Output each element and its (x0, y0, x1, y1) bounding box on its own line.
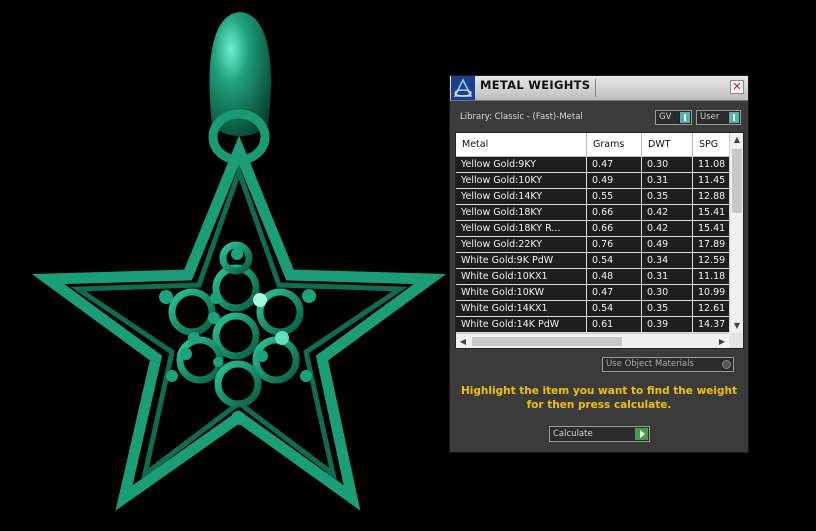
spg-cell: 11.45 (698, 175, 726, 186)
gv-toggle-knob-icon (679, 112, 690, 123)
spg-cell: 14.37 (698, 319, 726, 330)
dwt-cell: 0.31 (642, 269, 693, 284)
metal-name-cell: White Gold:14K PdW (456, 317, 587, 332)
gv-toggle[interactable]: GV (655, 110, 692, 125)
star-frame-inner (70, 164, 408, 481)
dwt-cell: 0.35 (642, 301, 693, 316)
close-button[interactable]: ✕ (730, 80, 744, 94)
spg-cell: 17.89 (698, 239, 726, 250)
table-row[interactable]: Yellow Gold:10KY 0.49 0.31 11.45 (456, 173, 729, 189)
dwt-cell: 0.31 (642, 173, 693, 188)
dwt-cell: 0.42 (642, 205, 693, 220)
gv-label: GV (659, 112, 672, 122)
titlebar-divider (595, 79, 596, 97)
table-row[interactable]: White Gold:14K PdW 0.61 0.39 14.37 (456, 317, 729, 333)
column-header-grams[interactable]: Grams (587, 133, 642, 156)
close-icon: ✕ (732, 80, 742, 93)
spg-cell: 15.41 (698, 223, 726, 234)
table-row[interactable]: Yellow Gold:14KY 0.55 0.35 12.88 (456, 189, 729, 205)
calculate-label: Calculate (553, 429, 593, 439)
dwt-cell: 0.49 (642, 237, 693, 252)
table-row[interactable]: Yellow Gold:9KY 0.47 0.30 11.08 (456, 157, 729, 173)
table-body: Yellow Gold:9KY 0.47 0.30 11.08 Yellow Gold:… (456, 157, 729, 333)
grams-cell: 0.66 (587, 205, 642, 220)
table-row[interactable]: White Gold:10KX1 0.48 0.31 11.18 (456, 269, 729, 285)
horizontal-scroll-thumb[interactable] (472, 337, 622, 346)
grams-cell: 0.49 (587, 173, 642, 188)
metal-name-cell: Yellow Gold:9KY (456, 157, 587, 172)
dwt-cell: 0.35 (642, 189, 693, 204)
dwt-cell: 0.42 (642, 221, 693, 236)
column-header-metal[interactable]: Metal (456, 133, 587, 156)
metal-name-cell: Yellow Gold:18KY R... (456, 221, 587, 236)
metal-name-cell: Yellow Gold:14KY (456, 189, 587, 204)
metal-name-cell: White Gold:10KW (456, 285, 587, 300)
calculate-button[interactable]: Calculate (549, 426, 650, 442)
dwt-cell: 0.30 (642, 157, 693, 172)
metal-name-cell: White Gold:14KX1 (456, 301, 587, 316)
user-toggle[interactable]: User (696, 110, 741, 125)
table-row[interactable]: White Gold:10KW 0.47 0.30 10.99 (456, 285, 729, 301)
dwt-cell: 0.34 (642, 253, 693, 268)
spg-cell: 15.41 (698, 207, 726, 218)
grams-cell: 0.47 (587, 157, 642, 172)
metal-table[interactable]: Metal Grams DWT SPG Yellow Gold:9KY 0.47 0… (455, 132, 744, 349)
use-object-materials-label: Use Object Materials (606, 359, 694, 369)
star-pendant-model[interactable] (31, 12, 447, 511)
panel-titlebar[interactable]: METAL WEIGHTS ✕ (450, 76, 748, 101)
grams-cell: 0.55 (587, 189, 642, 204)
grams-cell: 0.48 (587, 269, 642, 284)
column-header-spg[interactable]: SPG (693, 133, 729, 156)
metal-name-cell: Yellow Gold:22KY (456, 237, 587, 252)
scroll-down-icon[interactable]: ▼ (730, 319, 743, 333)
instruction-line-2: for then press calculate. (526, 399, 672, 411)
grams-cell: 0.66 (587, 221, 642, 236)
checkbox-indicator-icon[interactable] (722, 360, 731, 369)
grams-cell: 0.54 (587, 253, 642, 268)
metal-name-cell: White Gold:9K PdW (456, 253, 587, 268)
grams-cell: 0.54 (587, 301, 642, 316)
grams-cell: 0.47 (587, 285, 642, 300)
dwt-cell: 0.30 (642, 285, 693, 300)
library-label: Library: Classic - (Fast)-Metal (460, 112, 583, 122)
user-toggle-knob-icon (728, 112, 739, 123)
instruction-text: Highlight the item you want to find the … (450, 384, 748, 412)
vertical-scrollbar[interactable]: ▲ ▼ (729, 133, 743, 333)
grams-cell: 0.61 (587, 317, 642, 332)
instruction-line-1: Highlight the item you want to find the … (461, 385, 737, 397)
spg-cell: 12.61 (698, 303, 726, 314)
table-row[interactable]: Yellow Gold:18KY R... 0.66 0.42 15.41 (456, 221, 729, 237)
table-row[interactable]: White Gold:9K PdW 0.54 0.34 12.59 (456, 253, 729, 269)
panel-title: METAL WEIGHTS (480, 78, 591, 92)
spg-cell: 10.99 (698, 287, 726, 298)
horizontal-scrollbar[interactable]: ◀ ▶ (456, 333, 729, 348)
spg-cell: 12.59 (698, 255, 726, 266)
table-row[interactable]: White Gold:14KX1 0.54 0.35 12.61 (456, 301, 729, 317)
table-row[interactable]: Yellow Gold:22KY 0.76 0.49 17.89 (456, 237, 729, 253)
table-header: Metal Grams DWT SPG (456, 133, 729, 157)
metal-name-cell: White Gold:10KX1 (456, 269, 587, 284)
app-logo-icon (451, 76, 475, 100)
metal-weights-panel: METAL WEIGHTS ✕ Library: Classic - (Fast… (449, 75, 749, 453)
metal-name-cell: Yellow Gold:10KY (456, 173, 587, 188)
spg-cell: 11.18 (698, 271, 726, 282)
scroll-right-icon[interactable]: ▶ (715, 334, 729, 348)
metal-name-cell: Yellow Gold:18KY (456, 205, 587, 220)
user-label: User (700, 112, 720, 122)
scroll-up-icon[interactable]: ▲ (730, 133, 743, 147)
column-header-dwt[interactable]: DWT (642, 133, 693, 156)
spg-cell: 11.08 (698, 159, 726, 170)
grams-cell: 0.76 (587, 237, 642, 252)
dwt-cell: 0.39 (642, 317, 693, 332)
star-frame-outer (31, 135, 447, 511)
scroll-left-icon[interactable]: ◀ (456, 334, 470, 348)
table-row[interactable]: Yellow Gold:18KY 0.66 0.42 15.41 (456, 205, 729, 221)
vertical-scroll-thumb[interactable] (732, 149, 742, 213)
play-arrow-icon (635, 428, 648, 440)
scrollbar-corner (729, 333, 743, 348)
use-object-materials-checkbox[interactable]: Use Object Materials (602, 357, 734, 372)
spg-cell: 12.88 (698, 191, 726, 202)
